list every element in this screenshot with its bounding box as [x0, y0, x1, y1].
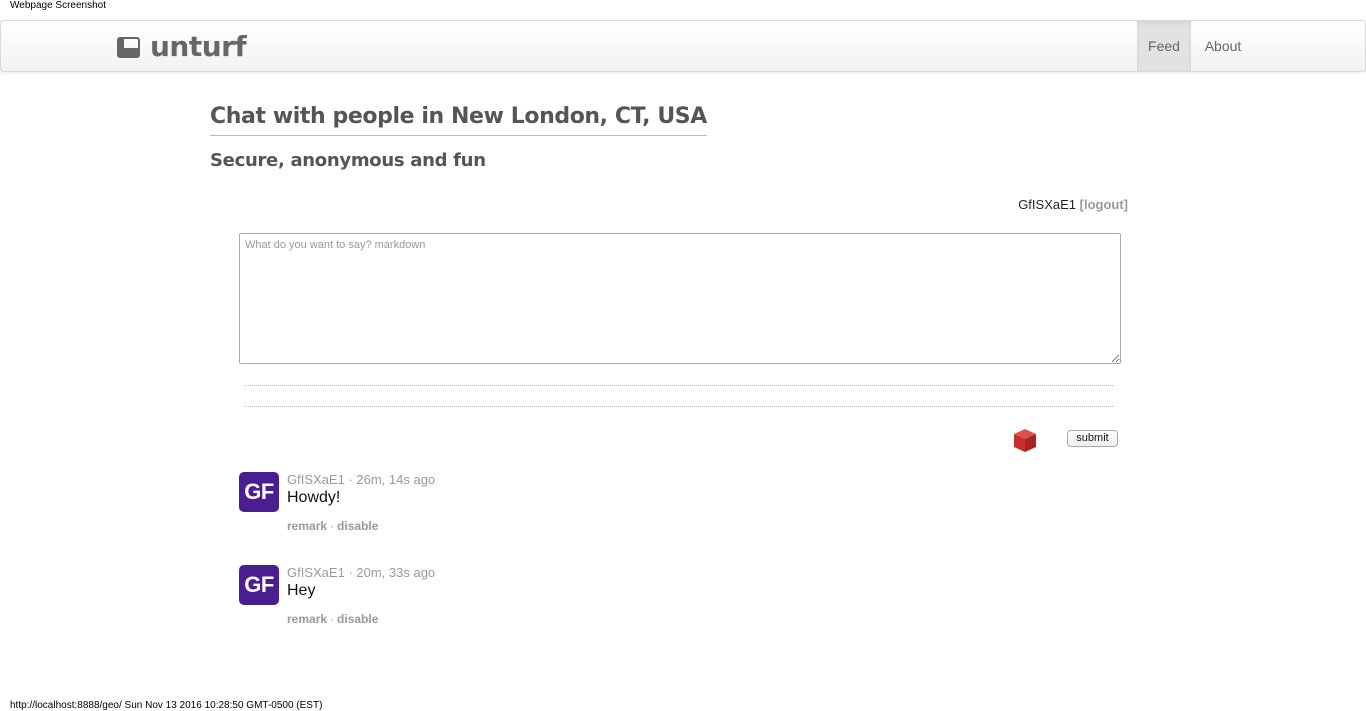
- divider: [244, 406, 1113, 407]
- post-author: GfISXaE1: [287, 565, 345, 580]
- post-item: GF GfISXaE1 · 20m, 33s ago Hey remark · di…: [239, 565, 839, 645]
- post-meta: GfISXaE1 · 20m, 33s ago: [287, 565, 435, 580]
- post-meta: GfISXaE1 · 26m, 14s ago: [287, 472, 435, 487]
- nav-item-feed[interactable]: Feed: [1137, 21, 1191, 71]
- brand-name: unturf: [150, 30, 247, 63]
- post-actions: remark · disable: [287, 519, 378, 533]
- page-caption: Webpage Screenshot: [10, 0, 106, 11]
- post-item: GF GfISXaE1 · 26m, 14s ago Howdy! remark…: [239, 472, 839, 552]
- nav-item-about[interactable]: About: [1193, 21, 1253, 71]
- remark-link[interactable]: remark: [287, 612, 327, 626]
- window-icon: [117, 37, 140, 58]
- action-separator: ·: [330, 519, 335, 533]
- message-input[interactable]: [239, 233, 1121, 364]
- page-title: Chat with people in New London, CT, USA: [210, 104, 707, 136]
- user-bar: GfISXaE1 [logout]: [1018, 197, 1128, 212]
- avatar: GF: [239, 472, 279, 512]
- post-author: GfISXaE1: [287, 472, 345, 487]
- page-subtitle: Secure, anonymous and fun: [210, 150, 486, 171]
- action-separator: ·: [330, 612, 335, 626]
- page-footer: http://localhost:8888/geo/ Sun Nov 13 20…: [10, 700, 323, 711]
- submit-button[interactable]: submit: [1067, 430, 1118, 447]
- logout-link[interactable]: [logout]: [1080, 197, 1128, 212]
- disable-link[interactable]: disable: [337, 612, 378, 626]
- avatar: GF: [239, 565, 279, 605]
- divider: [244, 385, 1113, 386]
- post-time: 26m, 14s ago: [356, 472, 436, 487]
- post-actions: remark · disable: [287, 612, 378, 626]
- post-body: Howdy!: [287, 489, 341, 506]
- navbar: unturf Feed About: [0, 20, 1366, 72]
- post-body: Hey: [287, 582, 316, 599]
- post-time: 20m, 33s ago: [356, 565, 436, 580]
- cube-icon[interactable]: [1012, 427, 1038, 453]
- brand-link[interactable]: unturf: [117, 30, 247, 63]
- remark-link[interactable]: remark: [287, 519, 327, 533]
- current-username: GfISXaE1: [1018, 197, 1076, 212]
- disable-link[interactable]: disable: [337, 519, 378, 533]
